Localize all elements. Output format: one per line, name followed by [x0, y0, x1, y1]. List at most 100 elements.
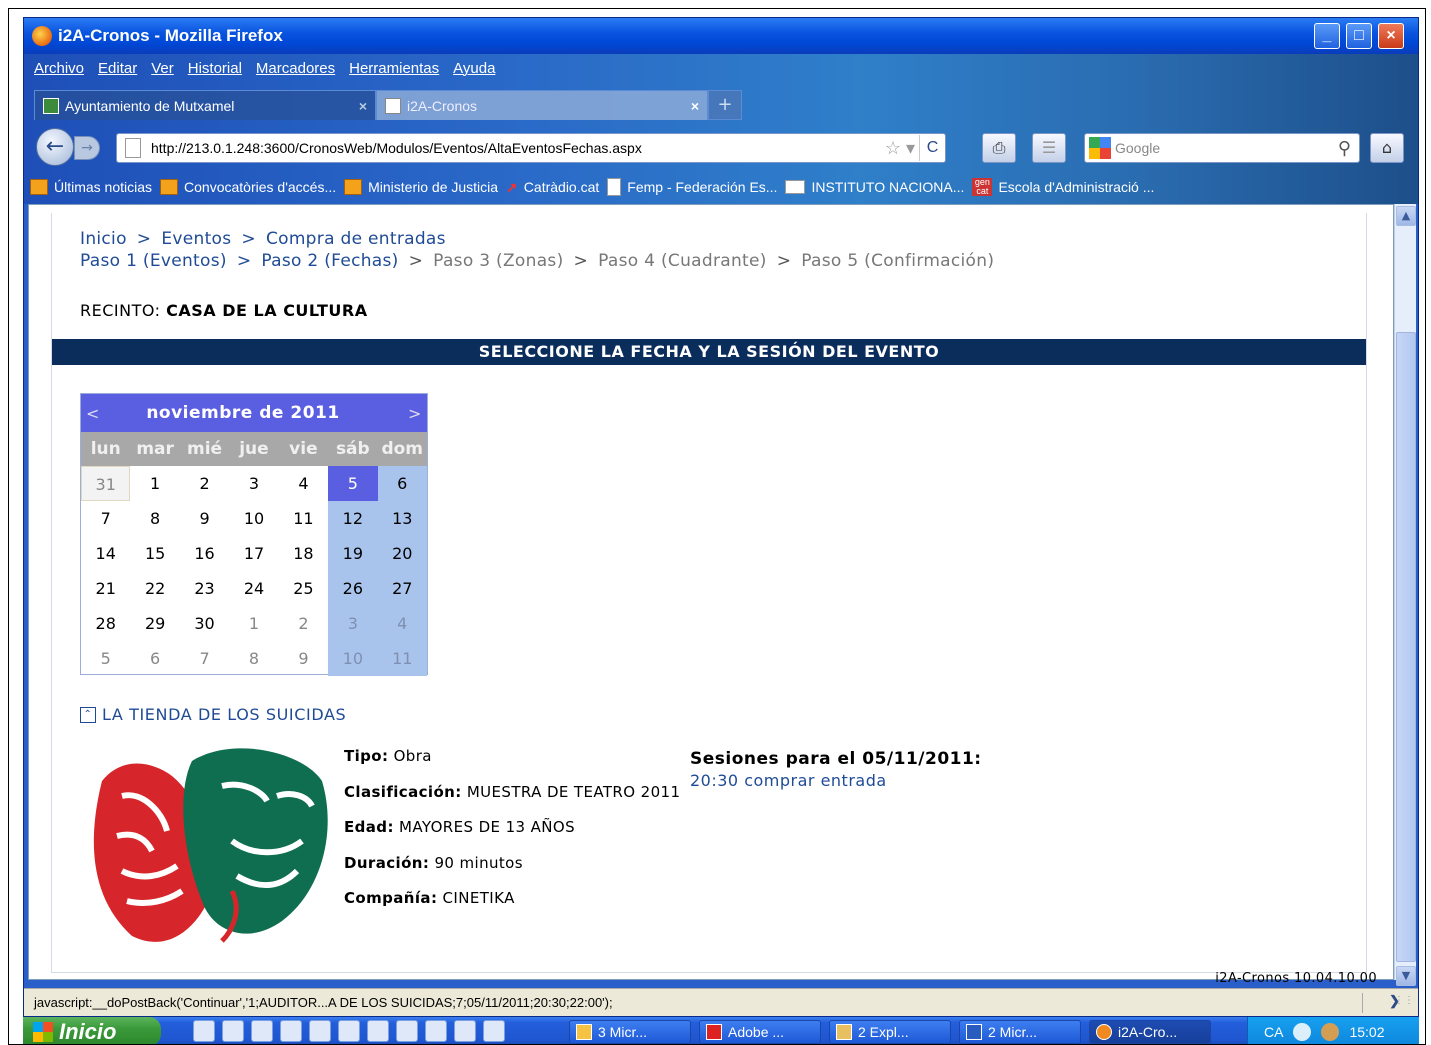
resize-grip-icon[interactable]: ⋮⋮ — [1394, 995, 1414, 1006]
calendar-day[interactable]: 8 — [130, 501, 179, 536]
calendar-day[interactable]: 11 — [377, 641, 427, 676]
scrollbar-thumb[interactable] — [1396, 332, 1416, 962]
vertical-scrollbar[interactable]: ▲ ▼ — [1394, 204, 1416, 986]
url-bar[interactable]: http://213.0.1.248:3600/CronosWeb/Modulo… — [116, 133, 946, 163]
calendar-day[interactable]: 13 — [377, 501, 427, 536]
calendar-day[interactable]: 10 — [328, 641, 378, 676]
bookmark-item[interactable]: Ministerio de Justicia — [344, 179, 498, 195]
minimize-button[interactable]: _ — [1314, 23, 1340, 49]
quicklaunch-icon[interactable] — [483, 1020, 505, 1042]
event-title-link[interactable]: ⌃ LA TIENDA DE LOS SUICIDAS — [80, 705, 346, 724]
quicklaunch-icon[interactable] — [251, 1020, 273, 1042]
calendar-day[interactable]: 7 — [81, 501, 130, 536]
bookmark-item[interactable]: Últimas noticias — [30, 179, 152, 195]
calendar-day[interactable]: 23 — [180, 571, 229, 606]
bookmark-item[interactable]: INSTITUTO NACIONA... — [785, 179, 964, 195]
reload-button[interactable]: C — [919, 135, 945, 161]
calendar-day[interactable]: 11 — [279, 501, 328, 536]
calendar-day[interactable]: 3 — [328, 606, 378, 641]
bookmark-item[interactable]: gen cat Escola d'Administració ... — [972, 178, 1154, 196]
calendar-day[interactable]: 6 — [377, 466, 427, 501]
quicklaunch-icon[interactable] — [280, 1020, 302, 1042]
tray-icon[interactable] — [1293, 1022, 1312, 1041]
session-buy-link[interactable]: 20:30 comprar entrada — [690, 771, 887, 790]
calendar-day[interactable]: 27 — [377, 571, 427, 606]
tab-i2a-cronos[interactable]: i2A-Cronos × — [376, 90, 708, 120]
close-button[interactable]: × — [1378, 23, 1404, 49]
scroll-up-icon[interactable]: ▲ — [1396, 206, 1416, 226]
menu-archivo[interactable]: Archivo — [34, 60, 84, 82]
calendar-day[interactable]: 3 — [229, 466, 278, 501]
bookmark-item[interactable]: Convocatòries d'accés... — [160, 179, 336, 195]
calendar-day[interactable]: 1 — [130, 466, 179, 501]
bookmark-star-icon[interactable]: ☆ ▾ — [881, 138, 919, 159]
calendar-day[interactable]: 10 — [229, 501, 278, 536]
taskbar-item-active[interactable]: i2A-Cro... — [1089, 1020, 1211, 1044]
back-button[interactable]: ← — [36, 128, 74, 166]
tray-icon[interactable] — [1321, 1022, 1340, 1041]
calendar-day[interactable]: 16 — [180, 536, 229, 571]
start-button[interactable]: Inicio — [23, 1017, 161, 1044]
quicklaunch-icon[interactable] — [367, 1020, 389, 1042]
menu-editar[interactable]: Editar — [98, 60, 137, 82]
calendar-day[interactable]: 9 — [279, 641, 328, 676]
search-icon[interactable]: ⚲ — [1338, 138, 1351, 159]
bookmark-item[interactable]: ➚ Catràdio.cat — [506, 179, 599, 196]
calendar-day[interactable]: 29 — [130, 606, 179, 641]
step-1-link[interactable]: Paso 1 (Eventos) — [80, 251, 227, 271]
calendar-day[interactable]: 17 — [229, 536, 278, 571]
taskbar-item[interactable]: 2 Expl... — [829, 1020, 951, 1044]
menu-ayuda[interactable]: Ayuda — [453, 60, 495, 82]
calendar-day[interactable]: 8 — [229, 641, 278, 676]
menu-herramientas[interactable]: Herramientas — [349, 60, 439, 82]
event-title[interactable]: LA TIENDA DE LOS SUICIDAS — [102, 705, 346, 724]
tab-close-icon[interactable]: × — [349, 98, 367, 114]
quicklaunch-icon[interactable] — [454, 1020, 476, 1042]
taskbar-item[interactable]: 2 Micr... — [959, 1020, 1081, 1044]
quicklaunch-icon[interactable] — [309, 1020, 331, 1042]
calendar-day[interactable]: 30 — [180, 606, 229, 641]
step-2-link[interactable]: Paso 2 (Fechas) — [261, 251, 398, 271]
quicklaunch-icon[interactable] — [193, 1020, 215, 1042]
calendar-day[interactable]: 26 — [328, 571, 378, 606]
calendar-day[interactable]: 31 — [81, 466, 131, 501]
new-tab-button[interactable]: + — [708, 90, 742, 120]
calendar-day[interactable]: 19 — [328, 536, 378, 571]
calendar-day[interactable]: 28 — [81, 606, 130, 641]
calendar-day[interactable]: 14 — [81, 536, 130, 571]
calendar-day[interactable]: 6 — [130, 641, 179, 676]
quicklaunch-icon[interactable] — [425, 1020, 447, 1042]
taskbar-item[interactable]: 3 Micr... — [569, 1020, 691, 1044]
bookmark-item[interactable]: Femp - Federación Es... — [607, 178, 777, 196]
scroll-down-icon[interactable]: ▼ — [1396, 966, 1416, 986]
breadcrumb-inicio[interactable]: Inicio — [80, 229, 127, 249]
calendar-day[interactable]: 20 — [377, 536, 427, 571]
calendar-day[interactable]: 22 — [130, 571, 179, 606]
language-indicator[interactable]: CA — [1264, 1024, 1283, 1040]
menu-ver[interactable]: Ver — [151, 60, 174, 82]
calendar-day[interactable]: 5 — [328, 466, 378, 501]
calendar-day[interactable]: 4 — [279, 466, 328, 501]
calendar-day[interactable]: 2 — [180, 466, 229, 501]
maximize-button[interactable]: □ — [1346, 23, 1372, 49]
calendar-day[interactable]: 4 — [377, 606, 427, 641]
collapse-icon[interactable]: ⌃ — [80, 706, 96, 723]
calendar-next-button[interactable]: > — [403, 404, 427, 423]
calendar-day[interactable]: 1 — [229, 606, 278, 641]
calendar-day[interactable]: 5 — [81, 641, 130, 676]
breadcrumb-eventos[interactable]: Eventos — [161, 229, 231, 249]
calendar-day[interactable]: 15 — [130, 536, 179, 571]
quicklaunch-icon[interactable] — [222, 1020, 244, 1042]
calendar-day[interactable]: 21 — [81, 571, 130, 606]
calendar-day[interactable]: 9 — [180, 501, 229, 536]
calendar-day[interactable]: 12 — [328, 501, 378, 536]
tab-ayuntamiento[interactable]: Ayuntamiento de Mutxamel × — [34, 90, 376, 120]
quicklaunch-icon[interactable] — [338, 1020, 360, 1042]
home-button[interactable]: ⌂ — [1370, 133, 1404, 163]
calendar-day[interactable]: 24 — [229, 571, 278, 606]
tab-close-icon[interactable]: × — [681, 98, 699, 114]
search-bar[interactable]: Google ⚲ — [1084, 133, 1360, 163]
calendar-day[interactable]: 18 — [279, 536, 328, 571]
calendar-day[interactable]: 7 — [180, 641, 229, 676]
calendar-day[interactable]: 25 — [279, 571, 328, 606]
